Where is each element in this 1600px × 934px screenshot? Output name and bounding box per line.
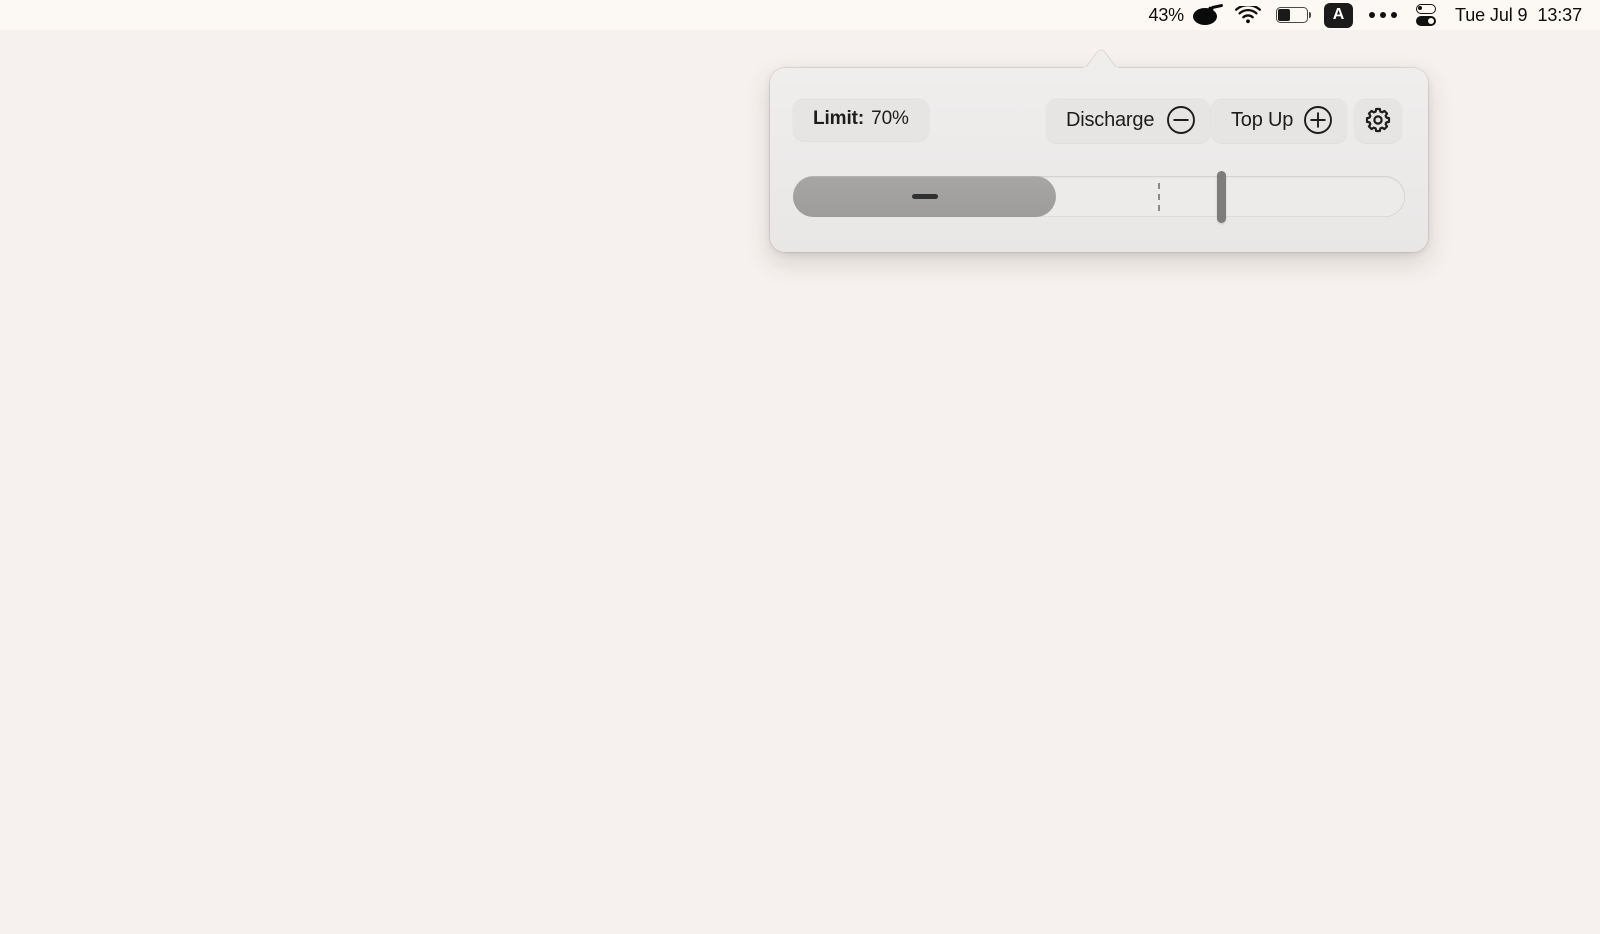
- limit-display[interactable]: Limit: 70%: [793, 97, 929, 141]
- battery-charge-slider[interactable]: [793, 171, 1405, 223]
- ellipsis-icon[interactable]: [1368, 0, 1397, 30]
- input-source-badge[interactable]: A: [1323, 2, 1353, 28]
- limit-label: Limit:: [813, 108, 865, 129]
- battery-percent-label[interactable]: 43%: [1149, 0, 1185, 30]
- menu-bar: 43% A Tue Jul 9 13:37: [0, 0, 1600, 30]
- discharging-dash-icon: [911, 194, 938, 199]
- discharge-button-label: Discharge: [1066, 108, 1155, 131]
- battery-fill-level: [1278, 9, 1291, 21]
- discharge-button[interactable]: Discharge: [1046, 97, 1211, 143]
- top-up-button-label: Top Up: [1231, 108, 1294, 131]
- control-center-icon[interactable]: [1415, 3, 1437, 27]
- battery-cap: [1308, 12, 1312, 18]
- plus-circle-icon: [1303, 105, 1333, 135]
- popover-arrow: [1084, 49, 1118, 70]
- top-up-button[interactable]: Top Up: [1211, 97, 1348, 143]
- bomb-icon: [1192, 3, 1224, 26]
- aldente-popover-panel: Limit: 70% Discharge Top Up: [770, 68, 1428, 252]
- battery-charge-fill: [793, 176, 1057, 217]
- battery-status-icon[interactable]: [1275, 0, 1324, 30]
- gear-icon: [1364, 106, 1392, 134]
- menu-bar-clock[interactable]: Tue Jul 9 13:37: [1455, 0, 1582, 30]
- minus-circle-icon: [1166, 105, 1196, 135]
- charge-limit-handle[interactable]: [1217, 171, 1226, 223]
- clock-date: Tue Jul 9: [1454, 4, 1528, 25]
- limit-value: 70%: [871, 108, 909, 129]
- aldente-app-icon[interactable]: [1192, 0, 1235, 30]
- settings-button[interactable]: [1354, 97, 1402, 143]
- wifi-icon[interactable]: [1235, 0, 1261, 30]
- popover-toolbar: Limit: 70% Discharge Top Up: [770, 68, 1428, 168]
- clock-time: 13:37: [1537, 4, 1582, 25]
- charge-limit-marker: [1158, 183, 1161, 211]
